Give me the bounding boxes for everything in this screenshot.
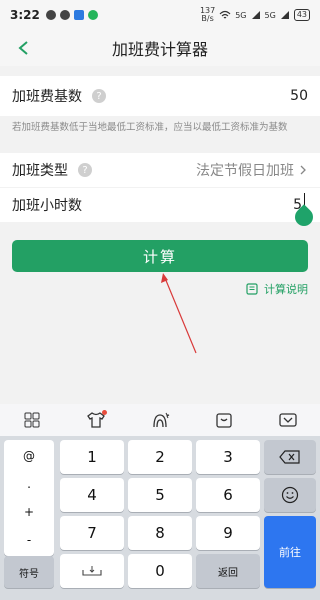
base-input[interactable]: 50 (290, 88, 308, 104)
key-7[interactable]: 7 (60, 516, 124, 550)
grid-icon[interactable] (19, 407, 45, 433)
title-bar: 加班费计算器 (0, 30, 320, 66)
key-5[interactable]: 5 (128, 478, 192, 512)
key-8[interactable]: 8 (128, 516, 192, 550)
base-note: 若加班费基数低于当地最低工资标准，应当以最低工资标准为基数 (0, 117, 320, 153)
status-bar: 3:22 137 B/s 5G 5G 43 (0, 0, 320, 30)
net-speed-unit: B/s (201, 14, 214, 23)
return-key[interactable]: 返回 (196, 554, 260, 588)
key-0[interactable]: 0 (128, 554, 192, 588)
tshirt-icon[interactable] (83, 407, 109, 433)
clipboard-icon[interactable] (211, 407, 237, 433)
notification-icons (45, 10, 98, 20)
net-speed: 137 B/s (200, 7, 215, 23)
symbols-key[interactable]: 符号 (4, 556, 54, 588)
symbol-key-at[interactable]: @ (4, 444, 54, 468)
base-label: 加班费基数 (12, 89, 82, 105)
wifi-icon (219, 10, 231, 19)
wechat-icon (59, 10, 70, 20)
key-9[interactable]: 9 (196, 516, 260, 550)
type-row[interactable]: 加班类型 ? 法定节假日加班 (0, 153, 320, 187)
hours-row[interactable]: 加班小时数 5 (0, 188, 320, 222)
signal-icon-2 (280, 11, 289, 19)
smiley-icon (281, 486, 299, 504)
calculate-button[interactable]: 计算 (12, 240, 308, 272)
network-5g-1: 5G (235, 10, 247, 20)
emoji-key[interactable] (264, 478, 316, 512)
base-row[interactable]: 加班费基数 ? 50 (0, 76, 320, 116)
symbol-column: @ . + - (4, 440, 54, 556)
go-key[interactable]: 前往 (264, 516, 316, 588)
calc-explanation-link[interactable]: 计算说明 (246, 281, 308, 297)
battery-icon: 43 (293, 9, 310, 21)
keyboard-toolbar (0, 404, 320, 436)
notification-icon-1 (45, 10, 56, 20)
backspace-key[interactable] (264, 440, 316, 474)
app-icon (73, 10, 84, 20)
numeric-keyboard: @ . + - 1 2 3 4 5 6 7 8 9 前往 符号 0 返回 (0, 436, 320, 600)
symbol-key-plus[interactable]: + (4, 500, 54, 524)
space-key[interactable] (60, 554, 124, 588)
ai-voice-icon[interactable] (147, 407, 173, 433)
hours-label: 加班小时数 (12, 198, 82, 214)
key-3[interactable]: 3 (196, 440, 260, 474)
chevron-right-icon (300, 165, 306, 175)
page-title: 加班费计算器 (111, 40, 208, 59)
symbol-key-dot[interactable]: . (4, 472, 54, 496)
help-icon[interactable]: ? (78, 163, 92, 177)
help-icon[interactable]: ? (92, 89, 106, 103)
network-5g-2: 5G (264, 10, 276, 20)
signal-icon-1 (251, 11, 260, 19)
key-1[interactable]: 1 (60, 440, 124, 474)
hide-keyboard-icon[interactable] (275, 407, 301, 433)
key-2[interactable]: 2 (128, 440, 192, 474)
symbol-key-minus[interactable]: - (4, 528, 54, 552)
status-right: 137 B/s 5G 5G 43 (200, 7, 310, 23)
back-button[interactable] (12, 36, 36, 60)
space-icon (82, 566, 102, 576)
key-4[interactable]: 4 (60, 478, 124, 512)
calc-explanation-label: 计算说明 (264, 283, 308, 296)
notification-dot (102, 410, 107, 415)
document-icon (246, 283, 258, 295)
back-arrow-icon (18, 41, 28, 55)
type-label: 加班类型 (12, 163, 68, 179)
key-6[interactable]: 6 (196, 478, 260, 512)
phone-icon (87, 10, 98, 20)
type-select[interactable]: 法定节假日加班 (196, 160, 294, 180)
backspace-icon (279, 450, 300, 464)
status-time: 3:22 (10, 8, 40, 22)
